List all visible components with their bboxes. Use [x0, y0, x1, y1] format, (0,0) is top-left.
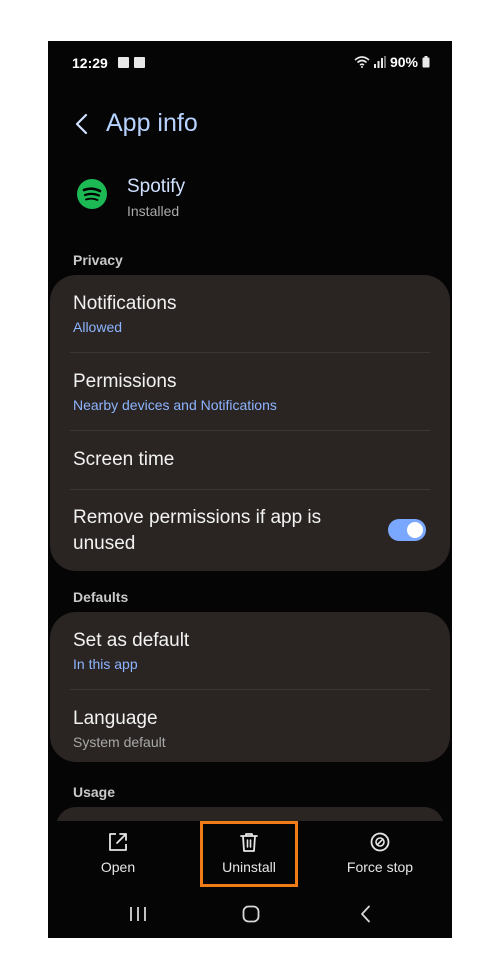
section-privacy: Privacy — [73, 252, 123, 268]
divider — [70, 430, 430, 431]
page-title: App info — [106, 109, 198, 137]
force-stop-button[interactable]: Force stop — [320, 821, 440, 887]
section-defaults: Defaults — [73, 589, 129, 605]
screen-time-label: Screen time — [73, 449, 175, 470]
divider — [70, 689, 430, 690]
battery-icon — [422, 56, 430, 68]
app-install-state: Installed — [127, 203, 180, 219]
open-label: Open — [100, 859, 136, 875]
status-bar: 12:29 90% — [48, 41, 452, 85]
divider — [70, 489, 430, 490]
battery-percent: 90% — [389, 54, 418, 70]
language-row[interactable]: Language System default — [73, 706, 430, 750]
permissions-value: Nearby devices and Notifications — [73, 397, 277, 413]
open-button[interactable]: Open — [58, 821, 178, 887]
remove-permissions-label: Remove permissions if app is unused — [73, 507, 322, 554]
force-stop-icon — [370, 832, 390, 852]
defaults-card: Set as default In this app Language Syst… — [50, 612, 450, 762]
permissions-label: Permissions — [73, 371, 177, 392]
remove-permissions-row[interactable]: Remove permissions if app is unused — [73, 505, 370, 557]
notifications-value: Allowed — [73, 319, 123, 335]
remove-permissions-toggle[interactable] — [388, 519, 426, 541]
set-as-default-row[interactable]: Set as default In this app — [73, 628, 430, 672]
privacy-card: Notifications Allowed Permissions Nearby… — [50, 275, 450, 571]
app-bar: App info — [48, 103, 452, 147]
notifications-label: Notifications — [73, 293, 177, 314]
force-stop-label: Force stop — [346, 859, 414, 875]
screen-time-row[interactable]: Screen time — [73, 447, 430, 473]
phone-screen: 12:29 90% App info Spotify Installed Pri… — [48, 41, 452, 938]
set-as-default-label: Set as default — [73, 630, 190, 651]
gallery-icon — [118, 57, 129, 68]
section-usage: Usage — [73, 784, 116, 800]
spotify-icon — [77, 179, 107, 209]
toggle-knob — [407, 522, 423, 538]
status-right: 90% — [354, 54, 430, 70]
language-label: Language — [73, 708, 158, 729]
uninstall-highlight-box — [200, 821, 298, 887]
recents-icon[interactable] — [128, 905, 148, 923]
divider — [70, 352, 430, 353]
check-icon — [134, 57, 145, 68]
set-as-default-value: In this app — [73, 656, 138, 672]
back-icon[interactable] — [70, 111, 96, 137]
app-name: Spotify — [127, 176, 186, 197]
permissions-row[interactable]: Permissions Nearby devices and Notificat… — [73, 369, 430, 413]
open-icon — [109, 833, 127, 851]
signal-icon — [373, 56, 386, 68]
nav-back-icon[interactable] — [356, 905, 376, 923]
status-time: 12:29 — [72, 55, 108, 71]
wifi-icon — [354, 56, 370, 68]
app-summary: Spotify Installed — [77, 176, 417, 229]
language-value: System default — [73, 734, 166, 750]
home-icon[interactable] — [241, 905, 261, 923]
notifications-row[interactable]: Notifications Allowed — [73, 291, 430, 335]
system-nav-bar — [48, 897, 452, 931]
